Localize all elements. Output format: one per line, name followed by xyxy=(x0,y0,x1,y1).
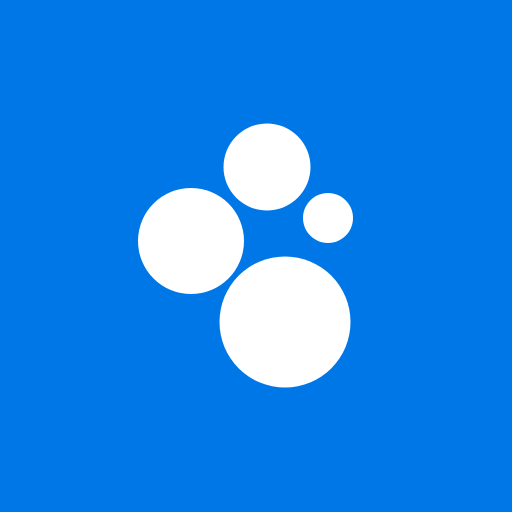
bubble-small-right xyxy=(303,193,353,243)
icon-background xyxy=(0,0,512,512)
bubble-large-bottom xyxy=(219,256,351,388)
app-icon xyxy=(0,0,512,512)
bubble-medium-left xyxy=(138,188,244,294)
bubble-medium-top xyxy=(223,123,311,211)
bubbles-logo-icon xyxy=(0,0,512,512)
